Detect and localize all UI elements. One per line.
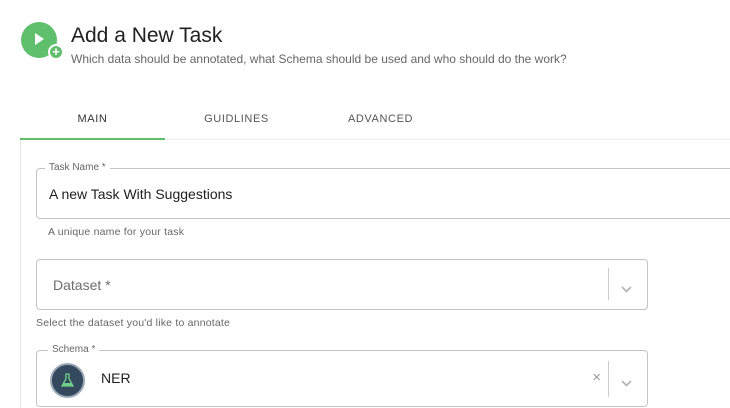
clear-icon[interactable]: ×: [592, 369, 601, 386]
task-name-label: Task Name *: [45, 162, 110, 173]
flask-icon: [60, 373, 75, 387]
page-subtitle: Which data should be annotated, what Sch…: [71, 52, 567, 66]
schema-select[interactable]: Schema * NER ×: [36, 344, 648, 407]
chevron-down-icon[interactable]: [621, 374, 632, 392]
dataset-select[interactable]: Dataset *: [36, 259, 648, 310]
task-name-input[interactable]: A new Task With Suggestions: [49, 186, 232, 202]
tab-main[interactable]: MAIN: [20, 98, 165, 140]
tab-bar: MAIN GUIDLINES ADVANCED: [20, 98, 730, 140]
main-tab-panel: Task Name * A new Task With Suggestions …: [20, 140, 730, 408]
dataset-separator: [608, 268, 609, 300]
dataset-placeholder: Dataset *: [53, 277, 111, 293]
task-name-helper: A unique name for your task: [48, 226, 185, 238]
tab-advanced[interactable]: ADVANCED: [308, 98, 453, 140]
schema-selected-value: NER: [101, 370, 131, 386]
task-add-icon: +: [21, 22, 64, 60]
dataset-helper: Select the dataset you'd like to annotat…: [36, 317, 231, 329]
schema-avatar: [50, 363, 85, 398]
chevron-down-icon[interactable]: [621, 280, 632, 298]
plus-icon: +: [48, 44, 64, 60]
play-icon: [35, 33, 44, 45]
schema-separator: [608, 361, 609, 397]
page-title: Add a New Task: [71, 24, 223, 47]
tab-guidelines[interactable]: GUIDLINES: [164, 98, 309, 140]
schema-label: Schema *: [48, 344, 100, 355]
task-name-field[interactable]: Task Name * A new Task With Suggestions: [36, 162, 730, 219]
